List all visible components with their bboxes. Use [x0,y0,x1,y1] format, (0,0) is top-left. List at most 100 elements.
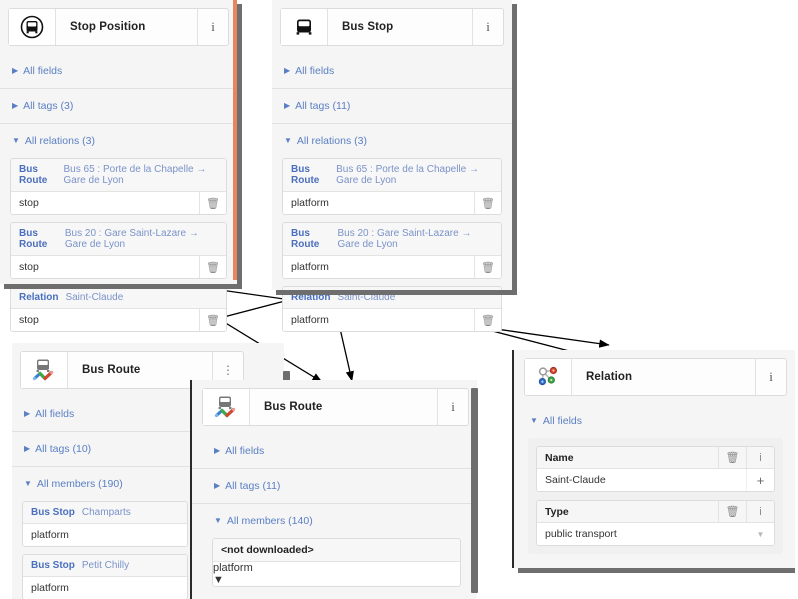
trash-icon[interactable]: 🗑 [199,256,226,278]
member-row[interactable]: Bus Stop Petit Chilly platform [22,554,188,599]
section-label: All fields [35,408,75,420]
triangle-right-icon: ▶ [284,66,291,75]
trash-icon[interactable]: 🗑 [718,447,746,468]
panel-title: Stop Position [70,21,146,33]
relation-row[interactable]: Relation Saint-Claude stop 🗑 [10,286,227,332]
trash-icon[interactable]: 🗑 [474,309,501,331]
member-role-input[interactable]: platform [23,524,187,546]
relations-list: Bus Route Bus 65 : Porte de la Chapelle … [0,158,237,347]
member-row[interactable]: Bus Stop Champarts platform [22,501,188,547]
section-toggle-all-tags[interactable]: ▶ All tags (11) [272,88,512,123]
field-value-input[interactable]: public transport [537,523,747,545]
relation-type: Bus Route [291,164,320,186]
relation-row-body: stop 🗑 [11,192,226,214]
relation-row-header: Bus Route Bus 65 : Porte de la Chapelle … [11,159,226,192]
entity-header-stop-position[interactable]: Stop Position i [8,8,229,46]
field-row-name[interactable]: Name 🗑 i Saint-Claude + [536,446,775,492]
field-value-input[interactable]: Saint-Claude [537,469,746,491]
section-toggle-all-fields[interactable]: ▶ All fields [0,54,237,88]
triangle-right-icon: ▶ [24,444,31,453]
section-toggle-all-fields[interactable]: ▶ All fields [272,54,512,88]
relation-name: Bus 20 : Gare Saint-Lazare → Gare de Lyo… [337,228,472,250]
bus-route-icon [21,352,68,388]
section-toggle-all-relations[interactable]: ▼ All relations (3) [272,123,512,158]
section-label: All relations (3) [296,135,367,147]
section-toggle-all-members[interactable]: ▼ All members (140) [190,503,477,538]
entity-header-relation[interactable]: Relation i [524,358,787,396]
field-body: public transport ▼ [537,523,774,545]
member-name: Champarts [81,507,131,518]
relation-row-body: stop 🗑 [11,309,226,331]
section-toggle-all-fields[interactable]: ▼ All fields [512,404,795,438]
trash-icon[interactable]: 🗑 [199,192,226,214]
relation-role-input[interactable]: platform [283,309,474,331]
section-toggle-all-fields[interactable]: ▶ All fields [190,434,477,468]
relation-row-header: Bus Route Bus 65 : Porte de la Chapelle … [283,159,501,192]
panel-bus-route-mid[interactable]: Bus Route i ▶ All fields ▶ All tags (11)… [190,380,477,599]
section-label: All tags (10) [35,443,92,455]
relation-type: Bus Route [291,228,320,250]
member-role-input[interactable]: platform [213,562,460,574]
panel-stop-position[interactable]: Stop Position i ▶ All fields ▶ All tags … [0,0,242,332]
panel-relation[interactable]: Relation i ▼ All fields Name 🗑 i Saint-C… [512,350,795,573]
relation-graph-icon [525,359,572,395]
relation-row-body: platform 🗑 [283,192,501,214]
member-type: Bus Stop [31,560,75,571]
relation-role-input[interactable]: stop [11,256,199,278]
relation-row-header: Relation Saint-Claude [11,287,226,309]
relation-name: Bus 20 : Gare Saint-Lazare → Gare de Lyo… [64,228,199,250]
vertical-scrollbar-bus-route-mid[interactable] [471,388,478,593]
panel-shadow-right [237,4,242,289]
triangle-down-icon: ▼ [214,516,222,525]
info-icon[interactable]: i [472,9,503,45]
triangle-right-icon: ▶ [284,101,291,110]
relation-role-input[interactable]: stop [11,309,199,331]
section-toggle-all-relations[interactable]: ▼ All relations (3) [0,123,237,158]
trash-icon[interactable]: 🗑 [718,501,746,522]
entity-header-bus-route-mid[interactable]: Bus Route i [202,388,469,426]
member-row-not-downloaded[interactable]: <not downloaded> platform ▼ [212,538,461,587]
panel-bus-stop[interactable]: Bus Stop i ▶ All fields ▶ All tags (11) … [272,0,517,332]
section-label: All tags (11) [295,100,351,112]
relation-row[interactable]: Bus Route Bus 65 : Porte de la Chapelle … [282,158,502,215]
relation-name: Bus 65 : Porte de la Chapelle → Gare de … [63,164,207,186]
plus-icon[interactable]: + [746,469,774,491]
trash-icon[interactable]: 🗑 [474,256,501,278]
panel-shadow-bottom [4,284,242,289]
relation-row[interactable]: Bus Route Bus 20 : Gare Saint-Lazare → G… [282,222,502,279]
relation-row-body: platform 🗑 [283,256,501,278]
info-icon[interactable]: i [197,9,228,45]
relation-row[interactable]: Bus Route Bus 65 : Porte de la Chapelle … [10,158,227,215]
section-label: All members (140) [226,515,313,527]
member-row-header: Bus Stop Champarts [23,502,187,524]
section-toggle-all-tags[interactable]: ▶ All tags (3) [0,88,237,123]
member-role-input[interactable]: platform [23,577,187,599]
relation-role-input[interactable]: platform [283,256,474,278]
chevron-down-icon[interactable]: ▼ [747,523,774,545]
triangle-right-icon: ▶ [12,66,19,75]
chevron-down-icon[interactable]: ▼ [213,574,460,586]
field-row-type[interactable]: Type 🗑 i public transport ▼ [536,500,775,546]
info-icon[interactable]: i [746,501,774,522]
relation-row-body: platform 🗑 [283,309,501,331]
member-row-body: platform [23,577,187,599]
panel-shadow-bottom [518,568,795,573]
trash-icon[interactable]: 🗑 [474,192,501,214]
info-icon[interactable]: i [746,447,774,468]
vertical-scrollbar[interactable] [233,0,237,280]
info-icon[interactable]: i [437,389,468,425]
relation-row-header: Bus Route Bus 20 : Gare Saint-Lazare → G… [11,223,226,256]
info-icon[interactable]: i [755,359,786,395]
relation-row[interactable]: Bus Route Bus 20 : Gare Saint-Lazare → G… [10,222,227,279]
relation-role-input[interactable]: stop [11,192,199,214]
section-label: All members (190) [36,478,123,490]
panel-title: Relation [586,371,633,383]
section-toggle-all-tags[interactable]: ▶ All tags (11) [190,468,477,503]
relation-role-input[interactable]: platform [283,192,474,214]
trash-icon[interactable]: 🗑 [199,309,226,331]
members-list: <not downloaded> platform ▼ [190,538,477,599]
entity-header-bus-stop[interactable]: Bus Stop i [280,8,504,46]
panel-shadow-right [512,4,517,295]
section-label: All tags (11) [225,480,281,492]
bus-route-icon [203,389,250,425]
